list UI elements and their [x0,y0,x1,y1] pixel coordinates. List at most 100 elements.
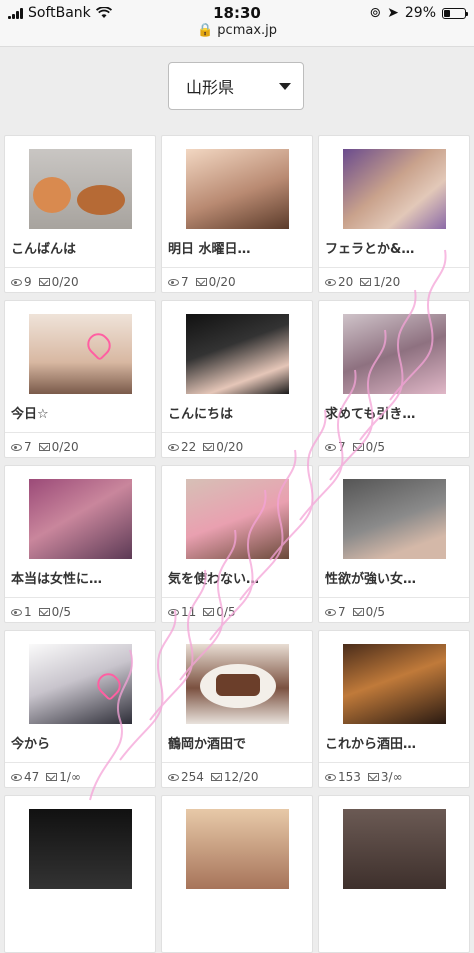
message-count: 1/20 [373,275,401,289]
mail-icon [210,773,222,781]
message-count: 0/5 [365,440,385,454]
mail-icon [352,608,364,616]
view-count: 254 [181,770,204,784]
location-icon: ➤ [387,5,399,21]
post-card[interactable]: 今から 47 1/∞ [4,630,156,788]
post-title: 今から [11,737,51,752]
mail-icon [203,443,215,451]
post-card[interactable]: これから酒田… 153 3/∞ [318,630,470,788]
address-bar[interactable]: 🔒 pcmax.jp [0,23,474,38]
system-icons: ⊚ ➤ 29% [369,5,468,21]
post-title: こんにちは [168,407,234,422]
view-count: 7 [24,440,32,454]
mail-icon [352,443,364,451]
post-thumbnail [186,149,289,229]
post-thumbnail [29,479,132,559]
post-card[interactable]: フェラとか&… 20 1/20 [318,135,470,293]
mail-icon [38,608,50,616]
view-count: 1 [24,605,32,619]
caret-down-icon [279,82,291,90]
view-count: 11 [181,605,197,619]
post-card[interactable]: 性欲が強い女… 7 0/5 [318,465,470,623]
mail-icon [38,278,50,286]
post-grid: こんばんは 9 0/20 明日 水曜日… 7 0/20 フェラとか&… 20 1… [4,135,470,953]
view-count: 7 [338,440,346,454]
eye-icon [325,443,336,451]
eye-icon [168,608,179,616]
eye-icon [168,278,179,286]
post-card[interactable]: 今日☆ 7 0/20 [4,300,156,458]
eye-icon [11,608,22,616]
post-thumbnail [343,809,446,889]
view-count: 7 [338,605,346,619]
post-title: これから酒田… [325,737,417,752]
message-count: 0/5 [365,605,385,619]
view-count: 9 [24,275,32,289]
eye-icon [325,278,336,286]
post-card[interactable]: こんにちは 22 0/20 [161,300,313,458]
view-count: 20 [338,275,354,289]
post-thumbnail [29,644,132,724]
url-text: pcmax.jp [217,23,278,38]
message-count: 0/20 [51,440,79,454]
post-thumbnail [186,479,289,559]
post-title: 求めても引き… [325,407,416,422]
battery-icon [442,7,468,19]
message-count: 1/∞ [59,770,81,784]
eye-icon [11,278,22,286]
prefecture-value: 山形県 [186,78,235,97]
mail-icon [46,773,58,781]
post-card[interactable]: 求めても引き… 7 0/5 [318,300,470,458]
post-card[interactable]: こんばんは 9 0/20 [4,135,156,293]
post-card[interactable]: 鶴岡か酒田で 254 12/20 [161,630,313,788]
post-title: こんばんは [11,242,77,257]
post-card[interactable] [4,795,156,953]
post-card[interactable]: 本当は女性に… 1 0/5 [4,465,156,623]
post-title: 性欲が強い女… [325,572,417,587]
view-count: 22 [181,440,197,454]
status-bar: SoftBank 18:30 🔒 pcmax.jp ⊚ ➤ 29% [0,0,474,47]
message-count: 0/20 [216,440,244,454]
battery-percent: 29% [404,5,436,21]
message-count: 0/5 [216,605,236,619]
post-title: 本当は女性に… [11,572,103,587]
eye-icon [168,773,179,781]
post-card[interactable] [318,795,470,953]
post-title: フェラとか&… [325,242,415,257]
post-thumbnail [343,644,446,724]
post-thumbnail [29,149,132,229]
post-thumbnail [343,479,446,559]
post-title: 鶴岡か酒田で [168,737,247,752]
message-count: 0/20 [51,275,79,289]
post-title: 気を使わない… [168,572,260,587]
mail-icon [367,773,379,781]
view-count: 7 [181,275,189,289]
post-title: 今日☆ [11,407,49,422]
post-card[interactable] [161,795,313,953]
post-card[interactable]: 明日 水曜日… 7 0/20 [161,135,313,293]
eye-icon [11,773,22,781]
eye-icon [168,443,179,451]
mail-icon [38,443,50,451]
message-count: 3/∞ [380,770,403,784]
post-thumbnail [186,809,289,889]
post-thumbnail [29,314,132,394]
mail-icon [360,278,372,286]
lock-icon: 🔒 [196,23,214,38]
post-thumbnail [343,149,446,229]
eye-icon [325,773,336,781]
prefecture-select[interactable]: 山形県 [168,62,304,110]
post-thumbnail [186,644,289,724]
mail-icon [203,608,215,616]
mail-icon [195,278,207,286]
message-count: 12/20 [223,770,259,784]
post-card[interactable]: 気を使わない… 11 0/5 [161,465,313,623]
view-count: 153 [338,770,361,784]
eye-icon [11,443,22,451]
view-count: 47 [24,770,40,784]
post-thumbnail [29,809,132,889]
orientation-lock-icon: ⊚ [369,5,382,21]
eye-icon [325,608,336,616]
post-thumbnail [186,314,289,394]
message-count: 0/20 [208,275,236,289]
